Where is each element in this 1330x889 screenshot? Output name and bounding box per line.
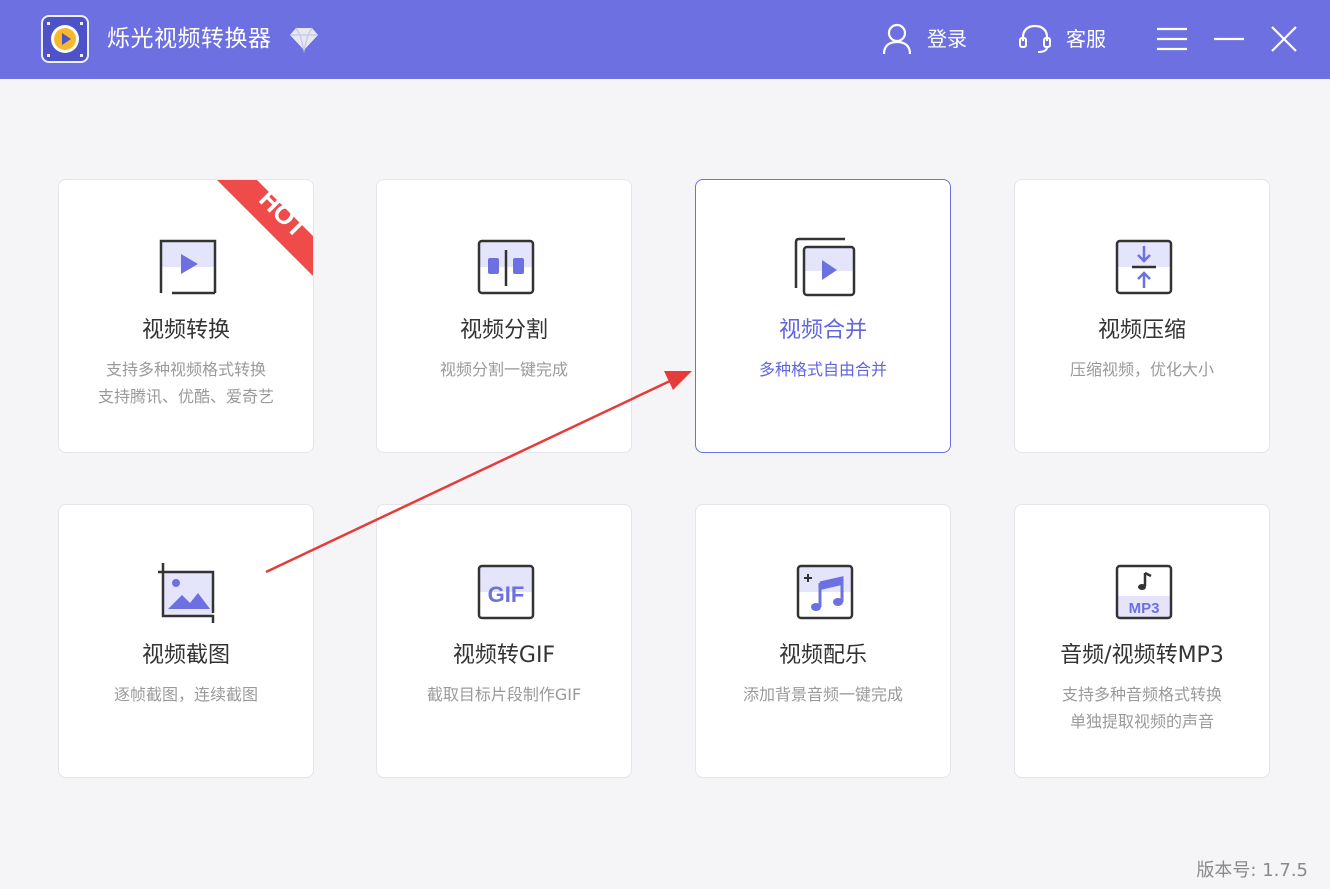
login-label: 登录 xyxy=(927,27,967,51)
card-desc: 多种格式自由合并 xyxy=(758,360,887,379)
card-title: 视频合并 xyxy=(778,318,867,343)
diamond-icon[interactable] xyxy=(288,25,320,53)
hamburger-menu-icon[interactable] xyxy=(1154,20,1190,58)
crop-image-icon xyxy=(158,563,215,623)
version-label: 版本号: 1.7.5 xyxy=(1196,860,1308,881)
svg-text:MP3: MP3 xyxy=(1129,600,1160,617)
video-disc-icon xyxy=(41,15,89,63)
card-title: 视频转换 xyxy=(141,318,230,343)
card-video-to-gif[interactable]: GIF 视频转GIF 截取目标片段制作GIF xyxy=(376,504,632,778)
close-icon[interactable] xyxy=(1268,20,1300,58)
card-title: 视频转GIF xyxy=(452,643,556,668)
card-title: 音频/视频转MP3 xyxy=(1060,643,1224,668)
customer-service-button[interactable]: 客服 xyxy=(1018,17,1106,61)
hot-badge: HOT xyxy=(217,180,313,276)
headset-icon xyxy=(1019,24,1051,53)
minimize-icon[interactable] xyxy=(1211,20,1247,58)
app-title: 烁光视频转换器 xyxy=(107,26,272,52)
music-note-icon xyxy=(796,564,854,620)
title-bar: 烁光视频转换器 登录 客服 xyxy=(0,0,1330,79)
card-video-screenshot[interactable]: 视频截图 逐帧截图，连续截图 xyxy=(58,504,314,778)
card-video-compress[interactable]: 视频压缩 压缩视频，优化大小 xyxy=(1014,179,1270,453)
service-label: 客服 xyxy=(1066,27,1106,51)
card-video-convert[interactable]: 视频转换 支持多种视频格式转换 支持腾讯、优酷、爱奇艺 HOT xyxy=(58,179,314,453)
card-desc: 压缩视频，优化大小 xyxy=(1069,360,1214,379)
card-video-split[interactable]: 视频分割 视频分割一键完成 xyxy=(376,179,632,453)
video-play-icon xyxy=(159,239,217,295)
merge-icon xyxy=(794,237,856,297)
login-button[interactable]: 登录 xyxy=(881,17,967,61)
card-desc: 添加背景音频一键完成 xyxy=(742,685,903,704)
card-video-music[interactable]: 视频配乐 添加背景音频一键完成 xyxy=(695,504,951,778)
card-desc: 截取目标片段制作GIF xyxy=(426,685,582,704)
card-title: 视频压缩 xyxy=(1097,318,1186,343)
gif-icon: GIF xyxy=(477,564,535,620)
mp3-icon: MP3 xyxy=(1115,564,1173,620)
card-title: 视频截图 xyxy=(141,643,230,668)
split-icon xyxy=(477,239,535,295)
svg-text:GIF: GIF xyxy=(488,582,525,607)
card-desc: 逐帧截图，连续截图 xyxy=(113,685,258,704)
compress-icon xyxy=(1115,239,1173,295)
card-video-merge[interactable]: 视频合并 多种格式自由合并 xyxy=(695,179,951,453)
card-title: 视频配乐 xyxy=(778,643,867,668)
card-title: 视频分割 xyxy=(459,318,548,343)
user-icon xyxy=(882,23,912,55)
card-desc: 视频分割一键完成 xyxy=(439,360,568,379)
card-to-mp3[interactable]: MP3 音频/视频转MP3 支持多种音频格式转换 单独提取视频的声音 xyxy=(1014,504,1270,778)
card-desc: 支持多种视频格式转换 支持腾讯、优酷、爱奇艺 xyxy=(97,360,274,406)
card-desc: 支持多种音频格式转换 单独提取视频的声音 xyxy=(1061,685,1222,731)
